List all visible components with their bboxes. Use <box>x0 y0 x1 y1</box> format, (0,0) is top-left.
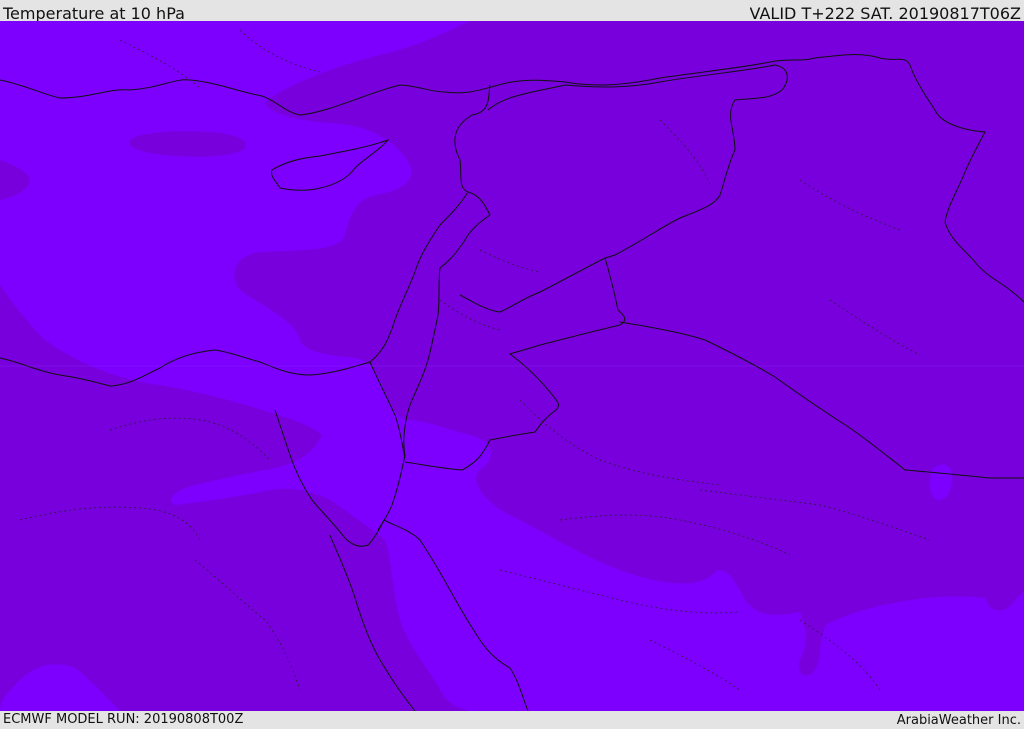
credit: ArabiaWeather Inc. <box>896 713 1021 728</box>
temperature-map <box>0 21 1024 711</box>
header-bar: Temperature at 10 hPa VALID T+222 SAT. 2… <box>0 0 1024 21</box>
map-title: Temperature at 10 hPa <box>3 4 185 21</box>
valid-time: VALID T+222 SAT. 20190817T06Z <box>749 4 1021 21</box>
footer-bar: ECMWF MODEL RUN: 20190808T00Z ArabiaWeat… <box>0 711 1024 729</box>
weather-map-frame: Temperature at 10 hPa VALID T+222 SAT. 2… <box>0 0 1024 729</box>
model-run: ECMWF MODEL RUN: 20190808T00Z <box>3 712 244 727</box>
